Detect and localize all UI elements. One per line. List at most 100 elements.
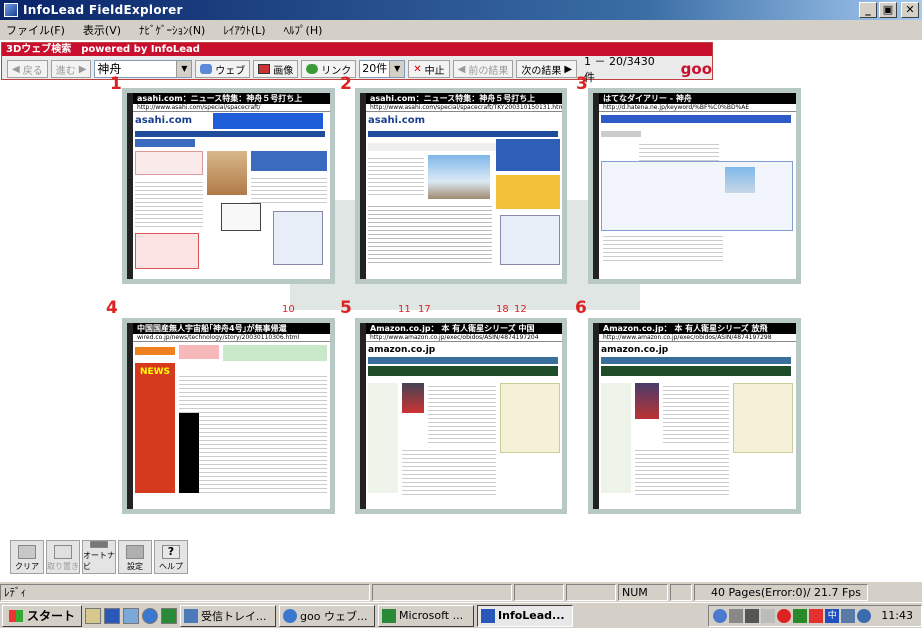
settings-icon[interactable]: [841, 608, 856, 623]
result-page-4[interactable]: 中国国産無人宇宙船｢神舟4号｣が無事帰還 wired.co.jp/news/te…: [122, 318, 335, 514]
next-results-button[interactable]: 次の結果 ▶: [516, 60, 578, 78]
back-button[interactable]: ◀ 戻る: [7, 60, 48, 78]
link-icon: [306, 64, 319, 74]
next-icon: ▶: [564, 63, 573, 75]
menu-view[interactable]: 表示(V): [81, 22, 123, 38]
ie-icon: [283, 608, 298, 623]
clock[interactable]: 11:43: [881, 609, 913, 622]
outlook-icon[interactable]: [123, 607, 140, 624]
window-title: InfoLead FieldExplorer: [23, 3, 183, 17]
image-search-button[interactable]: 画像: [253, 60, 299, 78]
hold-icon: [54, 545, 72, 559]
menu-bar: ファイル(F) 表示(V) ﾅﾋﾞｹﾞｰｼｮﾝ(N) ﾚｲｱｳﾄ(L) ﾍﾙﾌﾟ…: [0, 20, 922, 39]
network-icon[interactable]: [713, 608, 728, 623]
page-url: http://www.asahi.com/special/spacecraft/…: [366, 104, 562, 112]
result-number-6: 6: [575, 298, 587, 318]
goo-logo[interactable]: goo: [681, 60, 712, 78]
result-page-5[interactable]: Amazon.co.jp： 本 有人衛星シリーズ 中国 http://www.a…: [355, 318, 567, 514]
menu-layout[interactable]: ﾚｲｱｳﾄ(L): [221, 22, 267, 38]
result-number-12: 12: [514, 304, 527, 315]
result-page-6[interactable]: Amazon.co.jp： 本 有人衛星シリーズ 放飛 http://www.a…: [588, 318, 801, 514]
page-title: asahi.com：ニュース特集：神舟５号打ち上: [366, 93, 562, 104]
menu-help[interactable]: ﾍﾙﾌﾟ(H): [282, 22, 325, 38]
chevron-down-icon[interactable]: ▼: [176, 61, 192, 77]
result-number-1: 1: [110, 74, 122, 94]
app-icon: [4, 3, 18, 17]
forward-arrow-icon: ▶: [78, 63, 87, 75]
result-number-5: 5: [340, 298, 352, 318]
asahi-logo: asahi.com: [135, 115, 193, 127]
stop-x-icon: ✕: [413, 63, 422, 75]
result-number-3: 3: [576, 74, 588, 94]
monitor-icon[interactable]: [745, 608, 760, 623]
previous-results-button[interactable]: ◀ 前の結果: [452, 60, 514, 78]
results-count: 1 － 20/3430件: [584, 55, 655, 84]
amazon-logo: amazon.co.jp: [601, 345, 669, 355]
help-button[interactable]: ? ヘルプ: [154, 540, 188, 574]
photo-thumbnail: [207, 151, 247, 195]
status-bar: ﾚﾃﾞｨ NUM 40 Pages(Error:0)/ 21.7 Fps: [0, 584, 922, 602]
desktop-icon[interactable]: [85, 607, 102, 624]
result-count-select[interactable]: 20件 ▼: [359, 60, 406, 78]
result-number-11: 11: [398, 304, 411, 315]
device-icon[interactable]: [761, 608, 776, 623]
result-page-3[interactable]: はてなダイアリー - 神舟 http://d.hatena.ne.jp/keyw…: [588, 88, 801, 284]
render-stats: 40 Pages(Error:0)/ 21.7 Fps: [694, 584, 868, 601]
result-page-2[interactable]: asahi.com：ニュース特集：神舟５号打ち上 http://www.asah…: [355, 88, 567, 284]
application-window: InfoLead FieldExplorer _ ▣ ✕ ファイル(F) 表示(…: [0, 0, 922, 628]
task-goo-web[interactable]: goo ウェブ...: [279, 604, 376, 627]
result-number-10: 10: [282, 304, 295, 315]
antivirus-icon[interactable]: [777, 608, 792, 623]
menu-navigation[interactable]: ﾅﾋﾞｹﾞｰｼｮﾝ(N): [137, 22, 207, 38]
windows-logo-icon: [9, 609, 23, 622]
back-arrow-icon: ◀: [12, 63, 20, 75]
task-inbox[interactable]: 受信トレイ...: [180, 604, 277, 627]
result-page-1[interactable]: asahi.com：ニュース特集：神舟５号打ち上 http://www.asah…: [122, 88, 335, 284]
minimize-button[interactable]: _: [859, 2, 877, 18]
page-url: http://d.hatena.ne.jp/keyword/%BF%C0%BD%…: [599, 104, 796, 112]
web-icon: [200, 64, 213, 74]
prev-icon: ◀: [457, 63, 466, 75]
ime-mode-icon[interactable]: [809, 608, 824, 623]
infolead-icon: [481, 608, 496, 623]
menu-file[interactable]: ファイル(F): [4, 22, 67, 38]
hold-button[interactable]: 取り置き: [46, 540, 80, 574]
update-icon[interactable]: [793, 608, 808, 623]
close-button[interactable]: ✕: [901, 2, 919, 18]
news-sidebar: [135, 363, 175, 493]
excel-icon: [382, 608, 397, 623]
web-search-button[interactable]: ウェブ: [195, 60, 251, 78]
task-infolead[interactable]: InfoLead...: [477, 604, 574, 627]
messenger-icon[interactable]: [857, 608, 872, 623]
title-bar[interactable]: InfoLead FieldExplorer _ ▣ ✕: [0, 0, 922, 20]
clear-button[interactable]: クリア: [10, 540, 44, 574]
start-button[interactable]: スタート: [2, 604, 83, 627]
num-lock-indicator: NUM: [618, 584, 668, 601]
page-title: 中国国産無人宇宙船｢神舟4号｣が無事帰還: [133, 323, 330, 334]
image-icon: [258, 64, 271, 74]
page-url: http://www.amazon.co.jp/exec/obidos/ASIN…: [599, 334, 796, 342]
rocket-photo: [428, 155, 490, 199]
excel-icon[interactable]: [161, 607, 178, 624]
word-icon[interactable]: [104, 607, 121, 624]
wrench-icon: [126, 545, 144, 559]
result-number-4: 4: [106, 298, 118, 318]
maximize-button[interactable]: ▣: [879, 2, 897, 18]
amazon-logo: amazon.co.jp: [368, 345, 436, 355]
page-title: Amazon.co.jp： 本 有人衛星シリーズ 放飛: [599, 323, 796, 334]
ie-icon[interactable]: [142, 607, 159, 624]
taskbar: スタート 受信トレイ... goo ウェブ... Microsoft ... I…: [0, 602, 922, 628]
page-title: Amazon.co.jp： 本 有人衛星シリーズ 中国: [366, 323, 562, 334]
auto-navi-button[interactable]: オートナビ: [82, 540, 116, 574]
volume-icon[interactable]: [729, 608, 744, 623]
ime-icon[interactable]: 中: [825, 608, 840, 623]
result-number-2: 2: [340, 74, 352, 94]
page-url: wired.co.jp/news/technology/story/200301…: [133, 334, 330, 342]
asahi-logo: asahi.com: [368, 115, 426, 126]
task-microsoft[interactable]: Microsoft ...: [378, 604, 475, 627]
chevron-down-icon[interactable]: ▼: [389, 61, 405, 77]
stop-button[interactable]: ✕ 中止: [408, 60, 450, 78]
page-title: asahi.com：ニュース特集：神舟５号打ち上: [133, 93, 330, 104]
settings-button[interactable]: 設定: [118, 540, 152, 574]
forward-button[interactable]: 進む ▶: [50, 60, 92, 78]
